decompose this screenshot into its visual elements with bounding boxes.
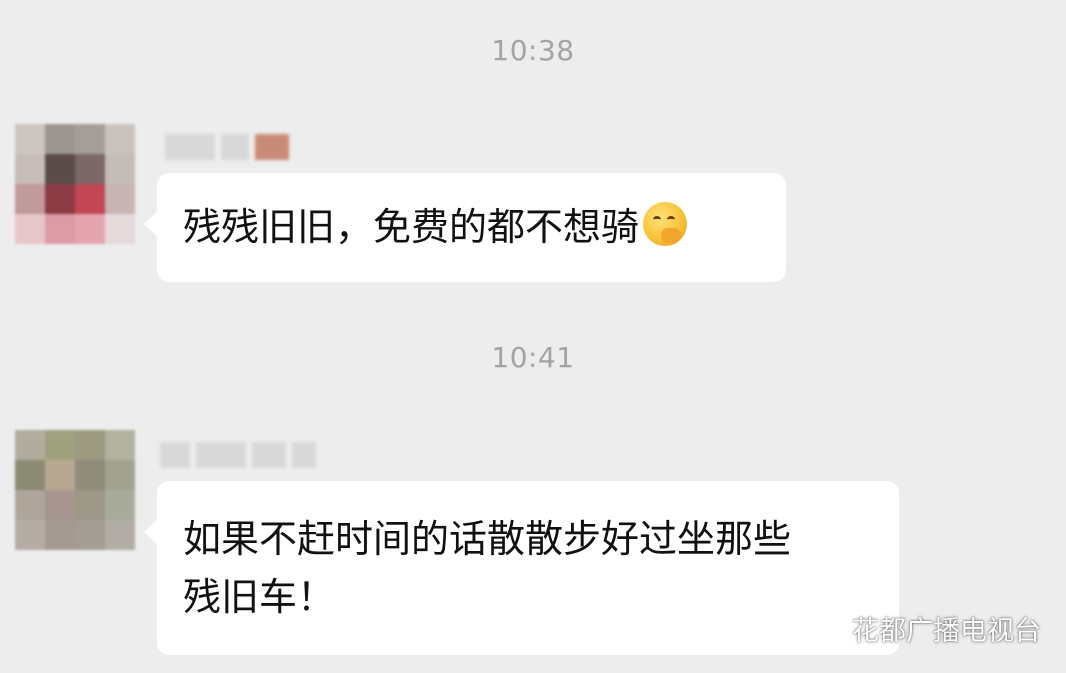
- avatar-mosaic-cell: [15, 184, 45, 214]
- avatar[interactable]: [15, 430, 135, 550]
- avatar-mosaic-cell: [45, 520, 75, 550]
- avatar-mosaic-cell: [105, 124, 135, 154]
- avatar-mosaic-cell: [105, 430, 135, 460]
- avatar-mosaic-cell: [105, 214, 135, 244]
- avatar-mosaic-cell: [15, 490, 45, 520]
- avatar-mosaic-cell: [105, 154, 135, 184]
- avatar-mosaic-cell: [75, 214, 105, 244]
- avatar-mosaic-cell: [45, 460, 75, 490]
- watermark: 花都广播电视台: [800, 610, 1041, 647]
- timestamp: 10:41: [491, 341, 575, 374]
- avatar-mosaic-cell: [75, 490, 105, 520]
- avatar-mosaic-cell: [45, 490, 75, 520]
- avatar-mosaic-cell: [75, 520, 105, 550]
- avatar-mosaic-cell: [75, 460, 105, 490]
- avatar-mosaic-cell: [75, 124, 105, 154]
- avatar-mosaic-cell: [105, 490, 135, 520]
- message-text-line: 残旧车！: [183, 575, 336, 619]
- avatar-mosaic-cell: [15, 124, 45, 154]
- avatar-mosaic-cell: [15, 154, 45, 184]
- avatar-mosaic-cell: [45, 214, 75, 244]
- avatar-mosaic-cell: [105, 520, 135, 550]
- message-bubble[interactable]: 残残旧旧，免费的都不想骑: [144, 173, 786, 282]
- message-text-line: 如果不赶时间的话散散步好过坐那些: [183, 517, 792, 561]
- avatar-mosaic-cell: [15, 520, 45, 550]
- sneaky-smile-emoji-icon: [643, 202, 688, 246]
- avatar-mosaic-cell: [75, 184, 105, 214]
- sender-name-blurred: [160, 438, 316, 472]
- avatar-mosaic-cell: [105, 184, 135, 214]
- avatar-mosaic-cell: [15, 214, 45, 244]
- watermark-text: 花都广播电视台: [852, 615, 1041, 647]
- avatar-mosaic-cell: [75, 430, 105, 460]
- avatar-mosaic-cell: [15, 430, 45, 460]
- message-bubble[interactable]: 如果不赶时间的话散散步好过坐那些 残旧车！: [144, 481, 899, 655]
- avatar-mosaic-cell: [45, 430, 75, 460]
- timestamp: 10:38: [491, 34, 575, 67]
- wechat-official-account-icon: [801, 613, 842, 642]
- sender-name-blurred: [165, 130, 289, 164]
- avatar-mosaic-cell: [75, 154, 105, 184]
- avatar-mosaic-cell: [105, 460, 135, 490]
- avatar-mosaic-cell: [45, 124, 75, 154]
- avatar-mosaic-cell: [45, 184, 75, 214]
- message-text: 残残旧旧，免费的都不想骑: [183, 205, 640, 249]
- avatar-mosaic-cell: [45, 154, 75, 184]
- avatar-mosaic-cell: [15, 460, 45, 490]
- avatar[interactable]: [15, 124, 135, 244]
